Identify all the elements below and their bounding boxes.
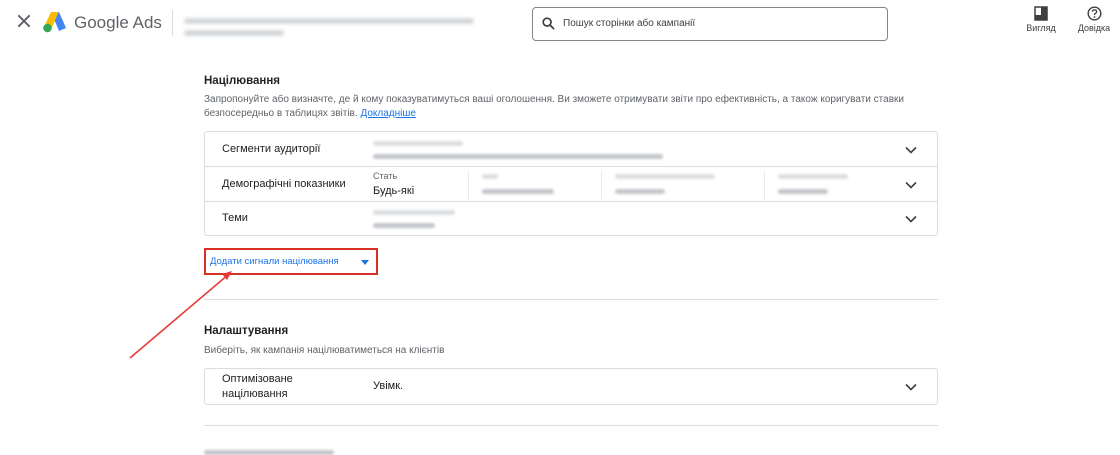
optimized-targeting-value: Увімк. (373, 380, 404, 392)
add-targeting-signals-label: Додати сигнали націлювання (210, 256, 339, 267)
settings-description: Виберіть, як кампанія націлюватиметься н… (204, 345, 445, 356)
chevron-down-icon[interactable] (905, 146, 917, 154)
topics-row[interactable]: Теми (205, 202, 937, 236)
search-placeholder: Пошук сторінки або кампанії (563, 18, 696, 29)
help-label: Довідка (1077, 23, 1111, 33)
view-label: Вигляд (1026, 23, 1056, 33)
settings-card: Оптимізоване націлювання Увімк. (204, 368, 938, 405)
settings-title: Налаштування (204, 325, 289, 337)
header-divider (172, 10, 173, 36)
optimized-targeting-label: Оптимізоване націлювання (222, 373, 293, 400)
close-icon[interactable] (16, 13, 32, 29)
topics-label: Теми (222, 212, 248, 224)
optimized-targeting-row[interactable]: Оптимізоване націлювання Увімк. (205, 369, 937, 404)
audience-segments-row[interactable]: Сегменти аудиторії (205, 132, 937, 167)
breadcrumb[interactable] (184, 10, 484, 40)
targeting-description: Запропонуйте або визначте, де й кому пок… (204, 93, 934, 121)
top-bar: Google Ads Пошук сторінки або кампанії В… (0, 0, 1120, 50)
next-section-title (204, 450, 334, 455)
learn-more-link[interactable]: Докладніше (360, 108, 416, 119)
google-ads-logo-icon (43, 12, 66, 33)
section-divider (204, 299, 938, 300)
search-input[interactable]: Пошук сторінки або кампанії (532, 7, 888, 41)
gender-title: Стать (373, 171, 398, 181)
audience-segments-label: Сегменти аудиторії (222, 143, 321, 155)
search-icon (542, 17, 555, 30)
caret-down-icon (361, 260, 369, 265)
demographics-row[interactable]: Демографічні показники Стать Будь-які (205, 167, 937, 202)
help-button[interactable]: Довідка (1072, 6, 1116, 33)
targeting-title: Націлювання (204, 75, 281, 87)
help-icon (1086, 6, 1102, 21)
add-targeting-signals-button[interactable]: Додати сигнали націлювання (204, 248, 378, 275)
targeting-description-text: Запропонуйте або визначте, де й кому пок… (204, 94, 904, 119)
section-divider (204, 425, 938, 426)
brand-name: Google Ads (74, 13, 162, 32)
chevron-down-icon[interactable] (905, 383, 917, 391)
demographics-label: Демографічні показники (222, 178, 346, 190)
appearance-icon (1034, 6, 1048, 21)
targeting-card: Сегменти аудиторії Демографічні показник… (204, 131, 938, 236)
view-button[interactable]: Вигляд (1019, 6, 1063, 33)
chevron-down-icon[interactable] (905, 215, 917, 223)
chevron-down-icon[interactable] (905, 181, 917, 189)
gender-value: Будь-які (373, 185, 415, 197)
